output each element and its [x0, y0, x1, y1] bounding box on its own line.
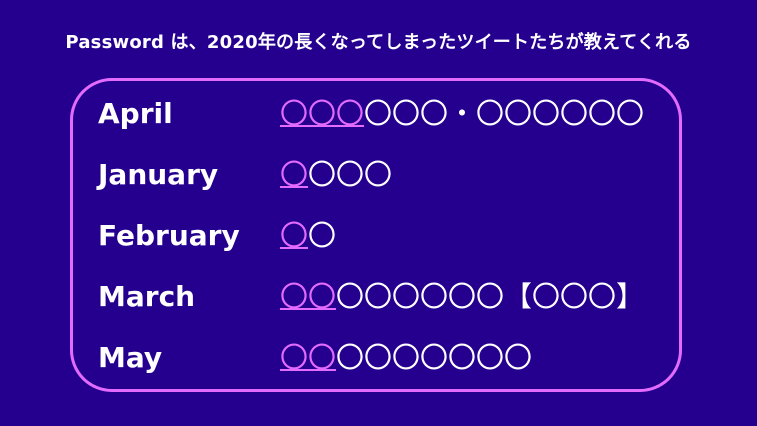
- password-mask: 〇〇〇〇: [280, 155, 392, 195]
- password-mask: 〇〇〇〇〇〇〇〇〇: [280, 338, 532, 378]
- month-row-may: May 〇〇〇〇〇〇〇〇〇: [98, 338, 698, 378]
- month-label: March: [98, 280, 196, 313]
- password-highlight: 〇: [280, 219, 309, 252]
- month-row-january: January 〇〇〇〇: [98, 155, 698, 195]
- password-rest: 〇〇〇: [308, 158, 393, 191]
- password-rest: 〇〇〇〇〇〇【〇〇〇】: [336, 280, 645, 313]
- month-row-april: April 〇〇〇〇〇〇・〇〇〇〇〇〇: [98, 94, 698, 134]
- month-row-february: February 〇〇: [98, 216, 698, 256]
- password-rest: 〇〇〇〇〇〇〇: [336, 341, 533, 374]
- month-row-march: March 〇〇〇〇〇〇〇〇【〇〇〇】: [98, 277, 698, 317]
- password-mask: 〇〇〇〇〇〇・〇〇〇〇〇〇: [280, 94, 644, 134]
- month-label: February: [98, 219, 240, 252]
- password-highlight: 〇〇: [280, 341, 337, 374]
- password-mask: 〇〇〇〇〇〇〇〇【〇〇〇】: [280, 277, 644, 317]
- password-rest: 〇〇〇・〇〇〇〇〇〇: [364, 97, 645, 130]
- password-highlight: 〇〇: [280, 280, 337, 313]
- password-rest: 〇: [308, 219, 337, 252]
- password-highlight: 〇: [280, 158, 309, 191]
- month-label: April: [98, 97, 173, 130]
- month-label: May: [98, 341, 163, 374]
- month-label: January: [98, 158, 219, 191]
- password-highlight: 〇〇〇: [280, 97, 365, 130]
- page-title: Password は、2020年の長くなってしまったツイートたちが教えてくれる: [65, 32, 692, 53]
- password-mask: 〇〇: [280, 216, 336, 256]
